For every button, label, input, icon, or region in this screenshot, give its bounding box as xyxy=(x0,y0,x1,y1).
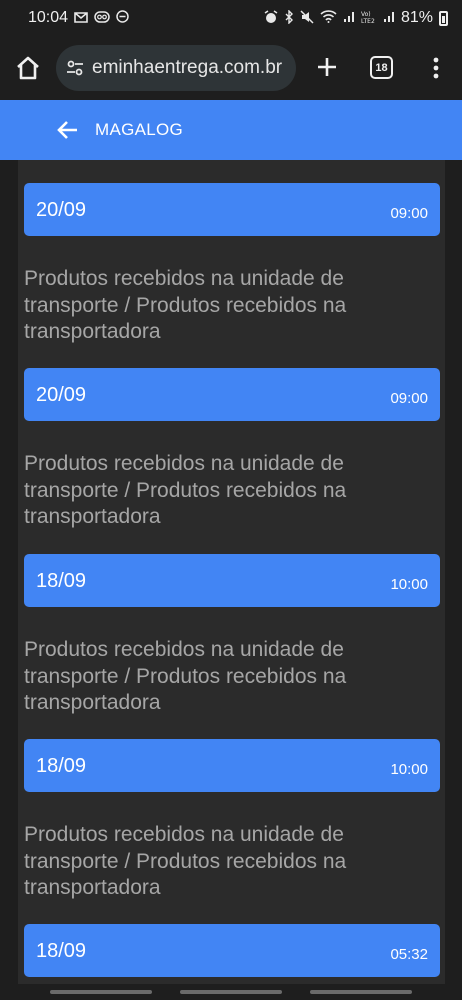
status-bar: 10:04 Vo) LTE2 81% xyxy=(0,0,462,36)
tab-switcher-button[interactable]: 18 xyxy=(370,56,393,79)
status-time: 10:04 xyxy=(28,9,69,26)
back-button[interactable] xyxy=(56,118,80,142)
dnd-icon xyxy=(116,10,129,26)
battery-icon xyxy=(439,10,448,26)
event-description: Produtos recebidos na unidade de transpo… xyxy=(24,267,347,343)
event-date-bar: 18/09 05:32 xyxy=(24,924,440,977)
home-button[interactable] xyxy=(14,54,42,82)
signal-icon xyxy=(343,11,355,26)
overflow-menu-button[interactable] xyxy=(426,54,446,82)
event-date-bar: 18/09 10:00 xyxy=(24,554,440,607)
browser-toolbar: eminhaentrega.com.br 18 xyxy=(0,36,462,100)
wifi-icon xyxy=(320,10,337,26)
bluetooth-icon xyxy=(284,8,294,27)
voicemail-icon xyxy=(94,10,110,26)
status-left: 10:04 xyxy=(28,9,129,27)
event-time: 09:00 xyxy=(390,390,428,407)
svg-text:Vo): Vo) xyxy=(361,11,371,18)
arrow-left-icon xyxy=(57,121,77,139)
event-date: 18/09 xyxy=(36,570,87,592)
gmail-icon xyxy=(74,11,88,26)
event-description: Produtos recebidos na unidade de transpo… xyxy=(24,638,347,714)
event-time: 05:32 xyxy=(390,946,428,963)
nav-handle[interactable] xyxy=(180,990,282,994)
event-description: Produtos recebidos na unidade de transpo… xyxy=(24,823,347,899)
address-bar[interactable]: eminhaentrega.com.br xyxy=(56,45,296,91)
event-time: 09:00 xyxy=(390,205,428,222)
site-settings-icon[interactable] xyxy=(64,57,86,79)
mute-icon xyxy=(300,9,314,27)
url-text[interactable]: eminhaentrega.com.br xyxy=(92,57,282,79)
signal-icon xyxy=(383,11,395,26)
event-date-bar: 20/09 09:00 xyxy=(24,368,440,421)
svg-text:LTE2: LTE2 xyxy=(361,18,375,24)
new-tab-button[interactable] xyxy=(313,53,341,81)
home-icon xyxy=(17,56,39,80)
event-date-bar: 18/09 10:00 xyxy=(24,739,440,792)
system-nav-bar xyxy=(0,984,462,1000)
app-header: MAGALOG xyxy=(0,100,462,160)
event-date: 18/09 xyxy=(36,940,87,962)
event-date: 18/09 xyxy=(36,755,87,777)
event-date: 20/09 xyxy=(36,199,87,221)
event-date-bar: 20/09 09:00 xyxy=(24,183,440,236)
event-date: 20/09 xyxy=(36,384,87,406)
status-right: Vo) LTE2 81% xyxy=(264,8,448,27)
event-description: Produtos recebidos na unidade de transpo… xyxy=(24,452,347,528)
page-title: MAGALOG xyxy=(95,120,184,139)
volte-icon: Vo) LTE2 xyxy=(361,10,377,27)
more-vertical-icon xyxy=(433,57,439,79)
nav-handle[interactable] xyxy=(310,990,412,994)
alarm-icon xyxy=(264,9,278,27)
nav-handle[interactable] xyxy=(50,990,152,994)
event-time: 10:00 xyxy=(390,576,428,593)
event-time: 10:00 xyxy=(390,761,428,778)
battery-percent: 81% xyxy=(400,9,433,26)
plus-icon xyxy=(318,58,336,76)
